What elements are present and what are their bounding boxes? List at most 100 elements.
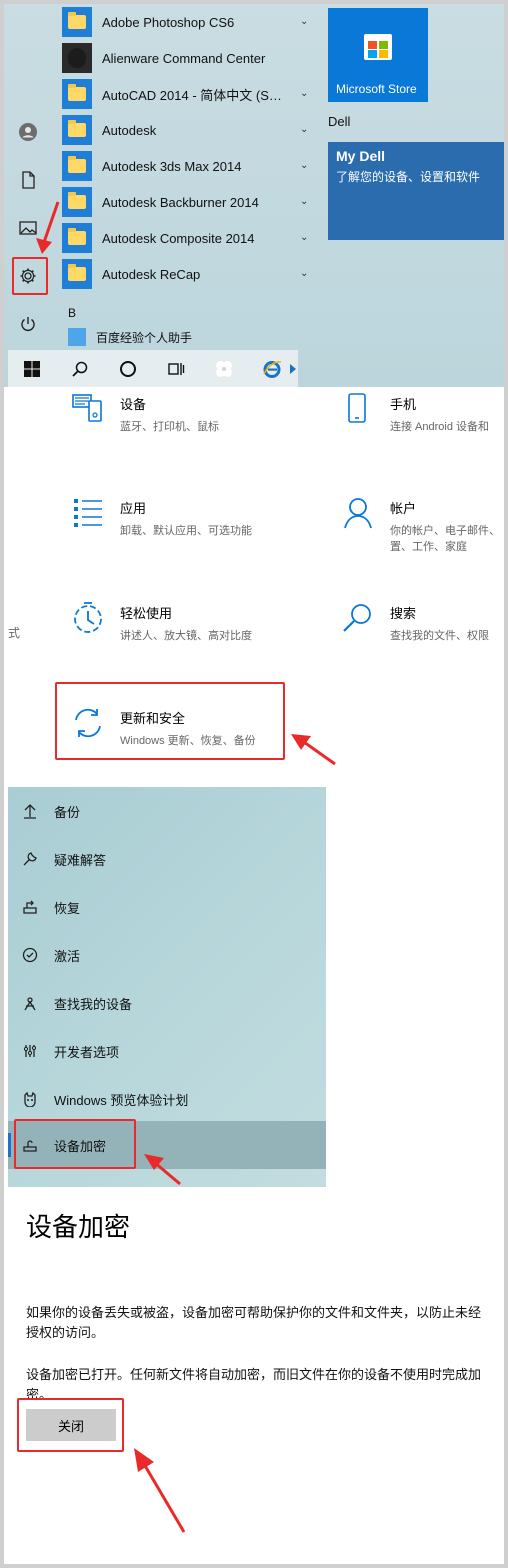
highlight-box xyxy=(14,1119,136,1169)
chevron-down-icon[interactable]: ⌄ xyxy=(300,196,312,208)
chevron-down-icon[interactable]: ⌄ xyxy=(300,232,312,244)
folder-icon xyxy=(62,259,92,289)
nav-item-backup[interactable]: 备份 xyxy=(8,787,326,835)
app-label: Autodesk ReCap xyxy=(102,266,201,282)
task-view-icon[interactable] xyxy=(152,350,200,387)
taskbar-overflow-arrow-icon[interactable] xyxy=(290,364,296,374)
app-label: AutoCAD 2014 - 简体中文 (Si... xyxy=(102,87,282,103)
troubleshoot-icon xyxy=(22,851,38,867)
app-item[interactable]: AutoCAD 2014 - 简体中文 (Si... ⌄ xyxy=(62,76,312,112)
nav-item-insider[interactable]: Windows 预览体验计划 xyxy=(8,1075,326,1123)
selection-indicator xyxy=(8,1133,11,1157)
app-item[interactable]: Autodesk Composite 2014 ⌄ xyxy=(62,220,312,256)
category-subtitle: 连接 Android 设备和 xyxy=(390,421,490,433)
start-menu: Adobe Photoshop CS6 ⌄ Alienware Command … xyxy=(4,4,504,387)
category-title: 帐户 xyxy=(390,501,417,516)
store-tile[interactable]: Microsoft Store xyxy=(328,8,428,102)
chevron-down-icon[interactable]: ⌄ xyxy=(300,124,312,136)
encryption-description: 如果你的设备丢失或被盗，设备加密可帮助保护你的文件和文件夹，以防止未经授权的访问… xyxy=(26,1305,482,1340)
backup-icon xyxy=(22,803,38,819)
app-item[interactable]: Autodesk Backburner 2014 ⌄ xyxy=(62,184,312,220)
apps-icon xyxy=(70,495,106,531)
tile-group-label[interactable]: Dell xyxy=(328,114,350,129)
screenshot-frame: Adobe Photoshop CS6 ⌄ Alienware Command … xyxy=(0,0,508,1568)
nav-item-developer[interactable]: 开发者选项 xyxy=(8,1027,326,1075)
chevron-down-icon[interactable]: ⌄ xyxy=(300,268,312,280)
app-item[interactable]: Adobe Photoshop CS6 ⌄ xyxy=(62,4,312,40)
alienware-icon xyxy=(62,43,92,73)
app-item[interactable]: 百度经验个人助手 xyxy=(68,326,192,348)
category-title: 搜索 xyxy=(390,606,417,621)
folder-icon xyxy=(62,223,92,253)
folder-icon xyxy=(62,187,92,217)
highlight-box xyxy=(55,682,285,760)
app-label: Alienware Command Center xyxy=(102,50,266,66)
devices-icon xyxy=(70,391,106,427)
chevron-down-icon[interactable]: ⌄ xyxy=(300,16,312,28)
app-item[interactable]: Autodesk 3ds Max 2014 ⌄ xyxy=(62,148,312,184)
annotation-arrow xyxy=(144,1154,181,1186)
nav-label: 开发者选项 xyxy=(54,1044,120,1060)
internet-explorer-icon[interactable] xyxy=(248,350,296,387)
category-title: 手机 xyxy=(390,397,417,412)
app-label: Autodesk Composite 2014 xyxy=(102,230,255,246)
app-item[interactable]: Autodesk ReCap ⌄ xyxy=(62,256,312,292)
baidu-helper-icon xyxy=(68,328,86,346)
mydell-tile[interactable]: My Dell 了解您的设备、设置和软件 xyxy=(328,142,504,240)
recovery-icon xyxy=(22,899,38,915)
section-letter[interactable]: B xyxy=(68,306,76,320)
category-subtitle: 查找我的文件、权限 xyxy=(390,630,489,642)
nav-item-activation[interactable]: 激活 xyxy=(8,931,326,979)
nav-label: 查找我的设备 xyxy=(54,996,133,1012)
category-title: 轻松使用 xyxy=(120,606,173,621)
page-title: 设备加密 xyxy=(26,1212,131,1242)
activation-icon xyxy=(22,947,38,963)
category-subtitle: 你的帐户、电子邮件、 置、工作、家庭 xyxy=(390,525,500,553)
document-icon[interactable] xyxy=(8,160,48,200)
nav-label: 疑难解答 xyxy=(54,852,107,868)
highlight-box xyxy=(17,1398,124,1452)
search-icon[interactable] xyxy=(56,350,104,387)
folder-icon xyxy=(62,151,92,181)
nav-label: 恢复 xyxy=(54,900,81,916)
app-label: Autodesk Backburner 2014 xyxy=(102,194,259,210)
category-subtitle: 讲述人、放大镜、高对比度 xyxy=(120,630,252,642)
folder-icon xyxy=(62,115,92,145)
chevron-down-icon[interactable]: ⌄ xyxy=(300,88,312,100)
user-icon[interactable] xyxy=(8,112,48,152)
app-label: 百度经验个人助手 xyxy=(96,330,193,345)
chevron-down-icon[interactable]: ⌄ xyxy=(300,160,312,172)
category-subtitle: 卸载、默认应用、可选功能 xyxy=(120,525,252,537)
accounts-icon xyxy=(340,495,376,531)
category-title: 设备 xyxy=(120,397,147,412)
app-item[interactable]: Alienware Command Center xyxy=(62,40,312,76)
nav-label: 激活 xyxy=(54,948,81,964)
nav-label: Windows 预览体验计划 xyxy=(54,1092,189,1108)
folder-icon xyxy=(62,79,92,109)
cropped-text: 式 xyxy=(8,626,21,640)
power-icon[interactable] xyxy=(8,304,48,344)
app-item[interactable]: Autodesk ⌄ xyxy=(62,112,312,148)
nav-item-troubleshoot[interactable]: 疑难解答 xyxy=(8,835,326,883)
insider-icon xyxy=(22,1091,38,1108)
pinwheel-app-icon[interactable] xyxy=(200,350,248,387)
settings-category-search[interactable]: 搜索 查找我的文件、权限 xyxy=(340,600,489,644)
settings-category-accounts[interactable]: 帐户 你的帐户、电子邮件、 置、工作、家庭 xyxy=(340,495,500,555)
settings-category-apps[interactable]: 应用 卸载、默认应用、可选功能 xyxy=(70,495,252,539)
nav-item-find-my-device[interactable]: 查找我的设备 xyxy=(8,979,326,1027)
settings-category-devices[interactable]: 设备 蓝牙、打印机、鼠标 xyxy=(70,391,219,435)
app-label: Autodesk xyxy=(102,122,157,138)
nav-item-recovery[interactable]: 恢复 xyxy=(8,883,326,931)
annotation-arrow xyxy=(134,1448,186,1533)
settings-category-ease-of-access[interactable]: 轻松使用 讲述人、放大镜、高对比度 xyxy=(70,600,252,644)
taskbar xyxy=(8,350,298,387)
annotation-arrow xyxy=(291,734,336,766)
device-encryption-page: 设备加密 如果你的设备丢失或被盗，设备加密可帮助保护你的文件和文件夹，以防止未经… xyxy=(4,1187,504,1564)
settings-category-phone[interactable]: 手机 连接 Android 设备和 xyxy=(340,391,489,435)
mydell-title: My Dell xyxy=(336,148,386,164)
folder-icon xyxy=(62,7,92,37)
cortana-icon[interactable] xyxy=(104,350,152,387)
category-subtitle: 蓝牙、打印机、鼠标 xyxy=(120,421,219,433)
nav-label: 备份 xyxy=(54,804,81,820)
windows-start-icon[interactable] xyxy=(8,350,56,387)
